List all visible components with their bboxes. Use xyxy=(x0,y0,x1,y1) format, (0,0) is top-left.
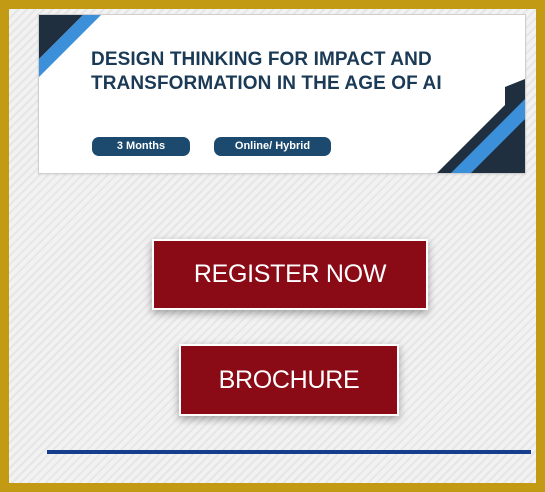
register-now-button[interactable]: REGISTER NOW xyxy=(152,239,428,310)
course-banner[interactable]: DESIGN THINKING FOR IMPACT AND TRANSFORM… xyxy=(38,14,526,174)
mode-tag: Online/ Hybrid xyxy=(214,137,331,156)
brochure-button[interactable]: BROCHURE xyxy=(179,344,399,416)
course-title-line-2: TRANSFORMATION IN THE AGE OF AI xyxy=(91,73,442,94)
course-title: DESIGN THINKING FOR IMPACT AND TRANSFORM… xyxy=(91,48,491,96)
page-frame: DESIGN THINKING FOR IMPACT AND TRANSFORM… xyxy=(0,0,545,492)
divider xyxy=(47,450,531,454)
course-title-line-1: DESIGN THINKING FOR IMPACT AND xyxy=(91,49,432,70)
duration-tag: 3 Months xyxy=(92,137,190,156)
